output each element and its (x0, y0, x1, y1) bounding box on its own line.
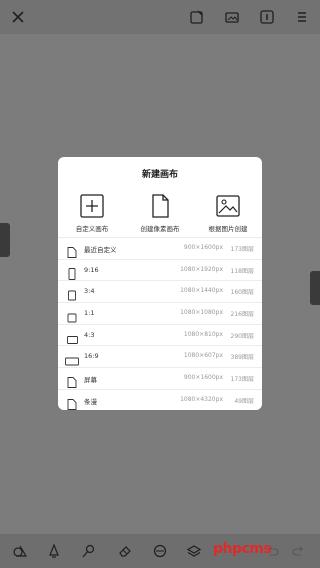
preset-name: 最近自定义 (84, 246, 117, 254)
eraser-tool-icon[interactable] (117, 543, 133, 559)
watermark: phpcms (213, 541, 272, 557)
preset-layers: 118图层 (230, 267, 254, 275)
preset-name: 3:4 (84, 287, 95, 296)
preset-list: 最近自定义 900×1600px 173图层 9:16 1080×1920px … (58, 237, 262, 410)
top-toolbar (0, 0, 320, 34)
from-image-button[interactable]: 根据图片创建 (196, 193, 260, 241)
bottom-toolbar (0, 534, 320, 568)
document-icon (67, 395, 77, 410)
preset-size: 900×1600px (183, 374, 223, 382)
dialog-title: 新建画布 (141, 170, 178, 180)
preset-name: 4:3 (84, 330, 95, 339)
preset-row[interactable]: 条漫 1080×4320px 49图层 (58, 388, 262, 410)
preset-layers: 389图层 (230, 354, 254, 362)
preset-row[interactable]: 最近自定义 900×1600px 173图层 (58, 237, 262, 259)
plus-square-icon (80, 194, 104, 218)
preset-name: 9:16 (84, 265, 99, 274)
custom-canvas-button[interactable]: 自定义画布 (60, 193, 124, 241)
pixel-canvas-label: 创建像素画布 (140, 225, 180, 233)
preset-row[interactable]: 屏幕 900×1600px 173图层 (58, 367, 262, 389)
close-icon[interactable] (9, 8, 27, 26)
preset-row[interactable]: 4:3 1080×810px 290图层 (58, 323, 262, 346)
shapes-tool-icon[interactable] (12, 543, 28, 559)
preset-layers: 173图层 (230, 246, 254, 253)
preset-row[interactable]: 16:9 1080×607px 389图层 (58, 345, 262, 367)
menu-icon[interactable] (293, 8, 311, 26)
info-icon[interactable] (258, 8, 276, 26)
brush-tool-icon[interactable] (46, 543, 62, 559)
preset-size: 900×1600px (183, 244, 223, 251)
right-slider-handle[interactable] (310, 271, 320, 305)
document-icon (152, 194, 169, 218)
preset-layers: 173图层 (230, 376, 254, 384)
preset-size: 1080×1440px (180, 287, 223, 295)
preset-row[interactable]: 9:16 1080×1920px 118图层 (58, 258, 262, 281)
layers-icon[interactable] (186, 543, 202, 559)
preset-size: 1080×810px (183, 330, 223, 338)
preset-size: 1080×1920px (180, 265, 223, 273)
image-icon (216, 195, 240, 217)
preset-row[interactable]: 1:1 1080×1080px 216图层 (58, 302, 262, 324)
pixel-canvas-button[interactable]: 创建像素画布 (128, 193, 192, 241)
filter-tool-icon[interactable] (152, 543, 168, 559)
preset-name: 条漫 (84, 397, 97, 406)
preset-size: 1080×4320px (180, 395, 223, 403)
preset-name: 16:9 (84, 352, 99, 361)
preset-size: 1080×607px (183, 352, 223, 360)
preset-layers: 290图层 (230, 332, 254, 340)
preset-name: 屏幕 (84, 376, 97, 385)
gallery-icon[interactable] (223, 8, 241, 26)
left-slider-handle[interactable] (0, 223, 10, 257)
preset-layers: 216图层 (230, 311, 254, 319)
custom-canvas-label: 自定义画布 (75, 225, 109, 233)
preset-layers: 49图层 (234, 397, 254, 405)
redo-icon[interactable] (291, 543, 307, 559)
preset-layers: 160图层 (230, 289, 254, 297)
smudge-tool-icon[interactable] (81, 543, 97, 559)
preset-name: 1:1 (84, 309, 95, 318)
new-canvas-dialog: 新建画布 自定义画布 创建像素画布 根据图片创建 最近自定义 900×1600p… (58, 157, 262, 410)
from-image-label: 根据图片创建 (208, 225, 248, 233)
preset-row[interactable]: 3:4 1080×1440px 160图层 (58, 280, 262, 302)
edit-canvas-icon[interactable] (188, 8, 206, 26)
preset-size: 1080×1080px (180, 309, 223, 317)
